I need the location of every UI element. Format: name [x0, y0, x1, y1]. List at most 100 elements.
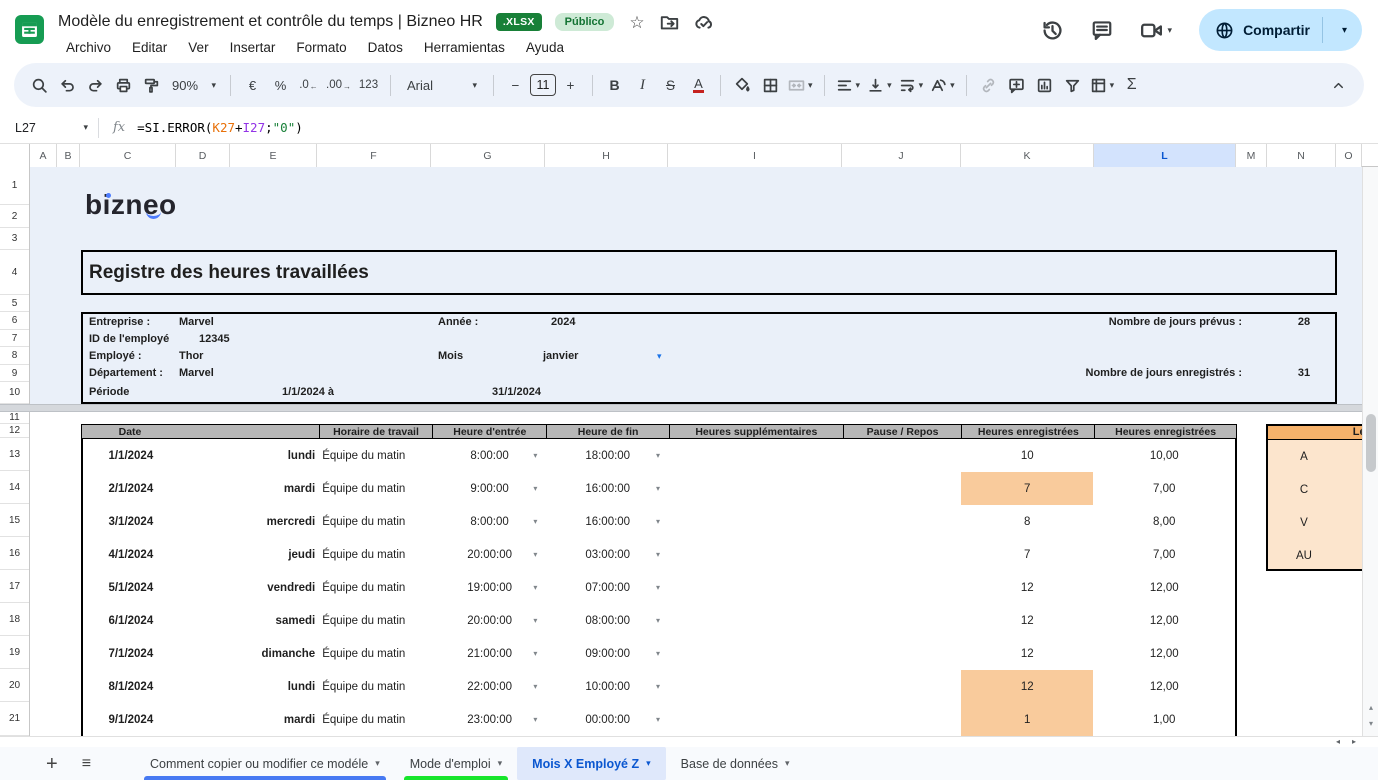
- menu-insertar[interactable]: Insertar: [221, 38, 285, 57]
- cell-schedule[interactable]: Équipe du matin: [319, 670, 433, 703]
- filter-icon[interactable]: [1059, 71, 1086, 99]
- cell-day[interactable]: vendredi: [179, 571, 320, 604]
- borders-button[interactable]: [757, 71, 784, 99]
- row-header-19[interactable]: 19: [0, 636, 29, 669]
- cell-pause[interactable]: [842, 604, 961, 637]
- cell-overtime[interactable]: [669, 571, 842, 604]
- search-icon[interactable]: [26, 71, 53, 99]
- dropdown-icon[interactable]: ▾: [656, 616, 660, 625]
- row-header-1[interactable]: 1: [0, 167, 29, 205]
- cell-hours[interactable]: 7: [961, 538, 1094, 571]
- move-folder-icon[interactable]: [660, 13, 679, 32]
- row-header-14[interactable]: 14: [0, 471, 29, 504]
- cell-overtime[interactable]: [669, 538, 842, 571]
- column-header-G[interactable]: G: [431, 144, 545, 167]
- menu-datos[interactable]: Datos: [359, 38, 412, 57]
- row-header-12[interactable]: 12: [0, 424, 29, 438]
- row-header-8[interactable]: 8: [0, 347, 29, 365]
- dropdown-icon[interactable]: ▾: [533, 616, 537, 625]
- dropdown-icon[interactable]: ▾: [656, 649, 660, 658]
- cell-hours-decimal[interactable]: 12,00: [1093, 670, 1235, 703]
- mois-dropdown-icon[interactable]: ▾: [657, 348, 662, 365]
- add-sheet-icon[interactable]: +: [46, 754, 58, 774]
- chevron-down-icon[interactable]: ▾: [83, 122, 88, 133]
- cell-hours-decimal[interactable]: 12,00: [1093, 604, 1235, 637]
- formula-input[interactable]: =SI.ERROR(K27+I27;"0"): [137, 120, 303, 135]
- dropdown-icon[interactable]: ▾: [533, 583, 537, 592]
- chevron-down-icon[interactable]: ▾: [646, 758, 651, 769]
- grid-canvas[interactable]: bizneo Registre des heures travaillées E…: [0, 167, 1378, 736]
- mois-value[interactable]: janvier: [543, 348, 578, 365]
- cell-pause[interactable]: [842, 538, 961, 571]
- chevron-down-icon[interactable]: ▾: [375, 758, 380, 769]
- cell-date[interactable]: 9/1/2024: [83, 703, 179, 736]
- column-header-F[interactable]: F: [317, 144, 431, 167]
- cell-overtime[interactable]: [669, 472, 842, 505]
- more-formats-button[interactable]: 123: [355, 71, 382, 99]
- scroll-right-icon[interactable]: ▸: [1352, 737, 1356, 747]
- cell-schedule[interactable]: Équipe du matin: [319, 538, 433, 571]
- jours-prevus-value[interactable]: 28: [1269, 314, 1339, 331]
- italic-button[interactable]: I: [629, 71, 656, 99]
- jours-enregistres-value[interactable]: 31: [1269, 365, 1339, 382]
- comments-icon[interactable]: [1091, 19, 1113, 41]
- text-color-button[interactable]: A: [685, 71, 712, 99]
- cell-end-time[interactable]: 03:00:00▾: [546, 538, 669, 571]
- dropdown-icon[interactable]: ▾: [656, 484, 660, 493]
- cell-schedule[interactable]: Équipe du matin: [319, 439, 433, 472]
- select-all-corner[interactable]: [0, 144, 30, 167]
- horizontal-align-button[interactable]: ▾: [833, 71, 864, 99]
- tab-mode-d-emploi[interactable]: Mode d'emploi▾: [395, 747, 517, 780]
- cell-schedule[interactable]: Équipe du matin: [319, 703, 433, 736]
- cell-start-time[interactable]: 23:00:00▾: [433, 703, 547, 736]
- cell-end-time[interactable]: 09:00:00▾: [546, 637, 669, 670]
- menu-ayuda[interactable]: Ayuda: [517, 38, 573, 57]
- cell-date[interactable]: 4/1/2024: [83, 538, 179, 571]
- all-sheets-icon[interactable]: ≡: [82, 756, 91, 772]
- entreprise-value[interactable]: Marvel: [179, 314, 214, 331]
- cell-date[interactable]: 5/1/2024: [83, 571, 179, 604]
- cell-schedule[interactable]: Équipe du matin: [319, 637, 433, 670]
- cell-day[interactable]: lundi: [179, 439, 320, 472]
- dropdown-icon[interactable]: ▾: [656, 451, 660, 460]
- chevron-down-icon[interactable]: ▾: [498, 758, 503, 769]
- departement-value[interactable]: Marvel: [179, 365, 214, 382]
- column-header-M[interactable]: M: [1236, 144, 1267, 167]
- column-header-E[interactable]: E: [230, 144, 317, 167]
- dropdown-icon[interactable]: ▾: [656, 682, 660, 691]
- cell-hours[interactable]: 7: [961, 472, 1094, 505]
- column-header-L[interactable]: L: [1094, 144, 1236, 167]
- cell-hours[interactable]: 1: [961, 703, 1094, 736]
- row-header-13[interactable]: 13: [0, 438, 29, 471]
- row-header-21[interactable]: 21: [0, 702, 29, 736]
- cell-hours[interactable]: 10: [961, 439, 1094, 472]
- cell-hours[interactable]: 12: [961, 670, 1094, 703]
- cell-hours-decimal[interactable]: 7,00: [1093, 472, 1235, 505]
- column-header-O[interactable]: O: [1336, 144, 1362, 167]
- horizontal-scrollbar[interactable]: ◂ ▸: [0, 736, 1378, 747]
- cell-pause[interactable]: [842, 670, 961, 703]
- cell-pause[interactable]: [842, 571, 961, 604]
- column-header-N[interactable]: N: [1267, 144, 1336, 167]
- currency-format-button[interactable]: €: [239, 71, 266, 99]
- dropdown-icon[interactable]: ▾: [533, 550, 537, 559]
- column-header-K[interactable]: K: [961, 144, 1094, 167]
- cell-day[interactable]: lundi: [179, 670, 320, 703]
- annee-value[interactable]: 2024: [551, 314, 575, 331]
- row-header-18[interactable]: 18: [0, 603, 29, 636]
- text-rotation-button[interactable]: ▾: [927, 71, 958, 99]
- menu-archivo[interactable]: Archivo: [57, 38, 120, 57]
- cell-pause[interactable]: [842, 505, 961, 538]
- functions-button[interactable]: Σ: [1118, 71, 1145, 99]
- zoom-select[interactable]: 90%▾: [166, 71, 222, 99]
- row-header-16[interactable]: 16: [0, 537, 29, 570]
- cell-end-time[interactable]: 00:00:00▾: [546, 703, 669, 736]
- menu-formato[interactable]: Formato: [287, 38, 355, 57]
- insert-comment-icon[interactable]: [1003, 71, 1030, 99]
- tab-mois-x-employ-z[interactable]: Mois X Employé Z▾: [517, 747, 666, 780]
- row-header-2[interactable]: 2: [0, 205, 29, 228]
- sheets-logo-icon[interactable]: [15, 15, 44, 44]
- chevron-down-icon[interactable]: ▾: [1168, 25, 1173, 36]
- share-button[interactable]: Compartir ▾: [1199, 9, 1362, 51]
- cell-end-time[interactable]: 07:00:00▾: [546, 571, 669, 604]
